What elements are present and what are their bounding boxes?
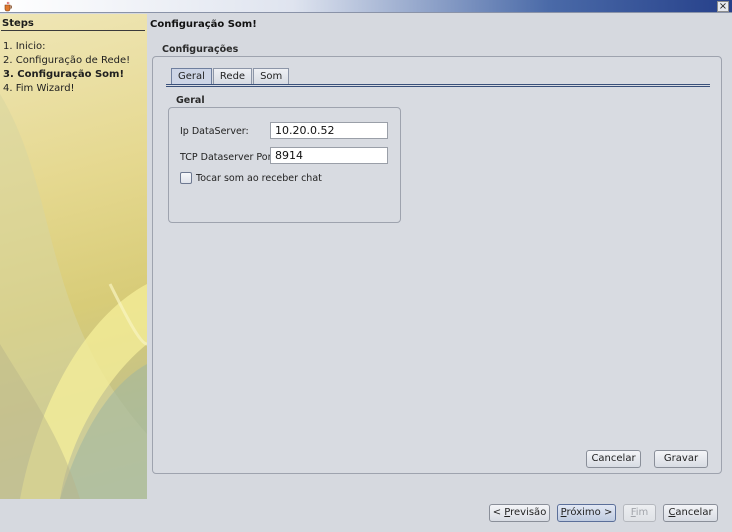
tab-strip: Geral Rede Som — [171, 68, 290, 85]
tab-som[interactable]: Som — [253, 68, 290, 85]
previous-button[interactable]: < Previsão — [489, 504, 550, 522]
panel-cancel-button[interactable]: Cancelar — [586, 450, 641, 468]
geral-legend: Geral — [176, 95, 205, 106]
step-item-inicio: 1. Inicio: — [3, 41, 46, 52]
close-button[interactable]: × — [717, 1, 729, 12]
next-label: róximo > — [566, 507, 613, 518]
step-item-rede: 2. Configuração de Rede! — [3, 55, 131, 66]
finish-label: im — [635, 507, 649, 518]
cancel-label: ancelar — [675, 507, 713, 518]
steps-list: 1. Inicio: 2. Configuração de Rede! 3. C… — [3, 40, 130, 96]
configuracoes-legend: Configurações — [162, 44, 239, 55]
steps-title: Steps — [2, 18, 34, 29]
tcp-port-field[interactable]: 8914 — [270, 147, 388, 164]
previous-label: revisão — [510, 507, 547, 518]
java-cup-icon — [3, 1, 13, 12]
tab-underline — [166, 84, 710, 85]
steps-sidebar: Steps 1. Inicio: 2. Configuração de Rede… — [0, 14, 147, 499]
step-item-som: 3. Configuração Som! — [3, 69, 125, 80]
step-item-fim: 4. Fim Wizard! — [3, 83, 75, 94]
chat-sound-label: Tocar som ao receber chat — [196, 173, 322, 184]
tcp-port-label: TCP Dataserver Port: — [180, 152, 279, 163]
wizard-cancel-button[interactable]: Cancelar — [663, 504, 718, 522]
tab-rede[interactable]: Rede — [212, 68, 253, 85]
chat-sound-checkbox[interactable] — [180, 172, 192, 184]
next-button[interactable]: Próximo > — [557, 504, 616, 522]
window-titlebar: × — [0, 0, 732, 13]
previous-arrow: < — [492, 507, 505, 518]
page-title: Configuração Som! — [150, 19, 257, 30]
save-button[interactable]: Gravar — [654, 450, 708, 468]
finish-button: Fim — [623, 504, 656, 522]
steps-divider — [1, 30, 145, 31]
tab-underline-2 — [166, 86, 710, 87]
tab-geral[interactable]: Geral — [171, 68, 212, 85]
ip-dataserver-label: Ip DataServer: — [180, 126, 249, 137]
ip-dataserver-field[interactable]: 10.20.0.52 — [270, 122, 388, 139]
